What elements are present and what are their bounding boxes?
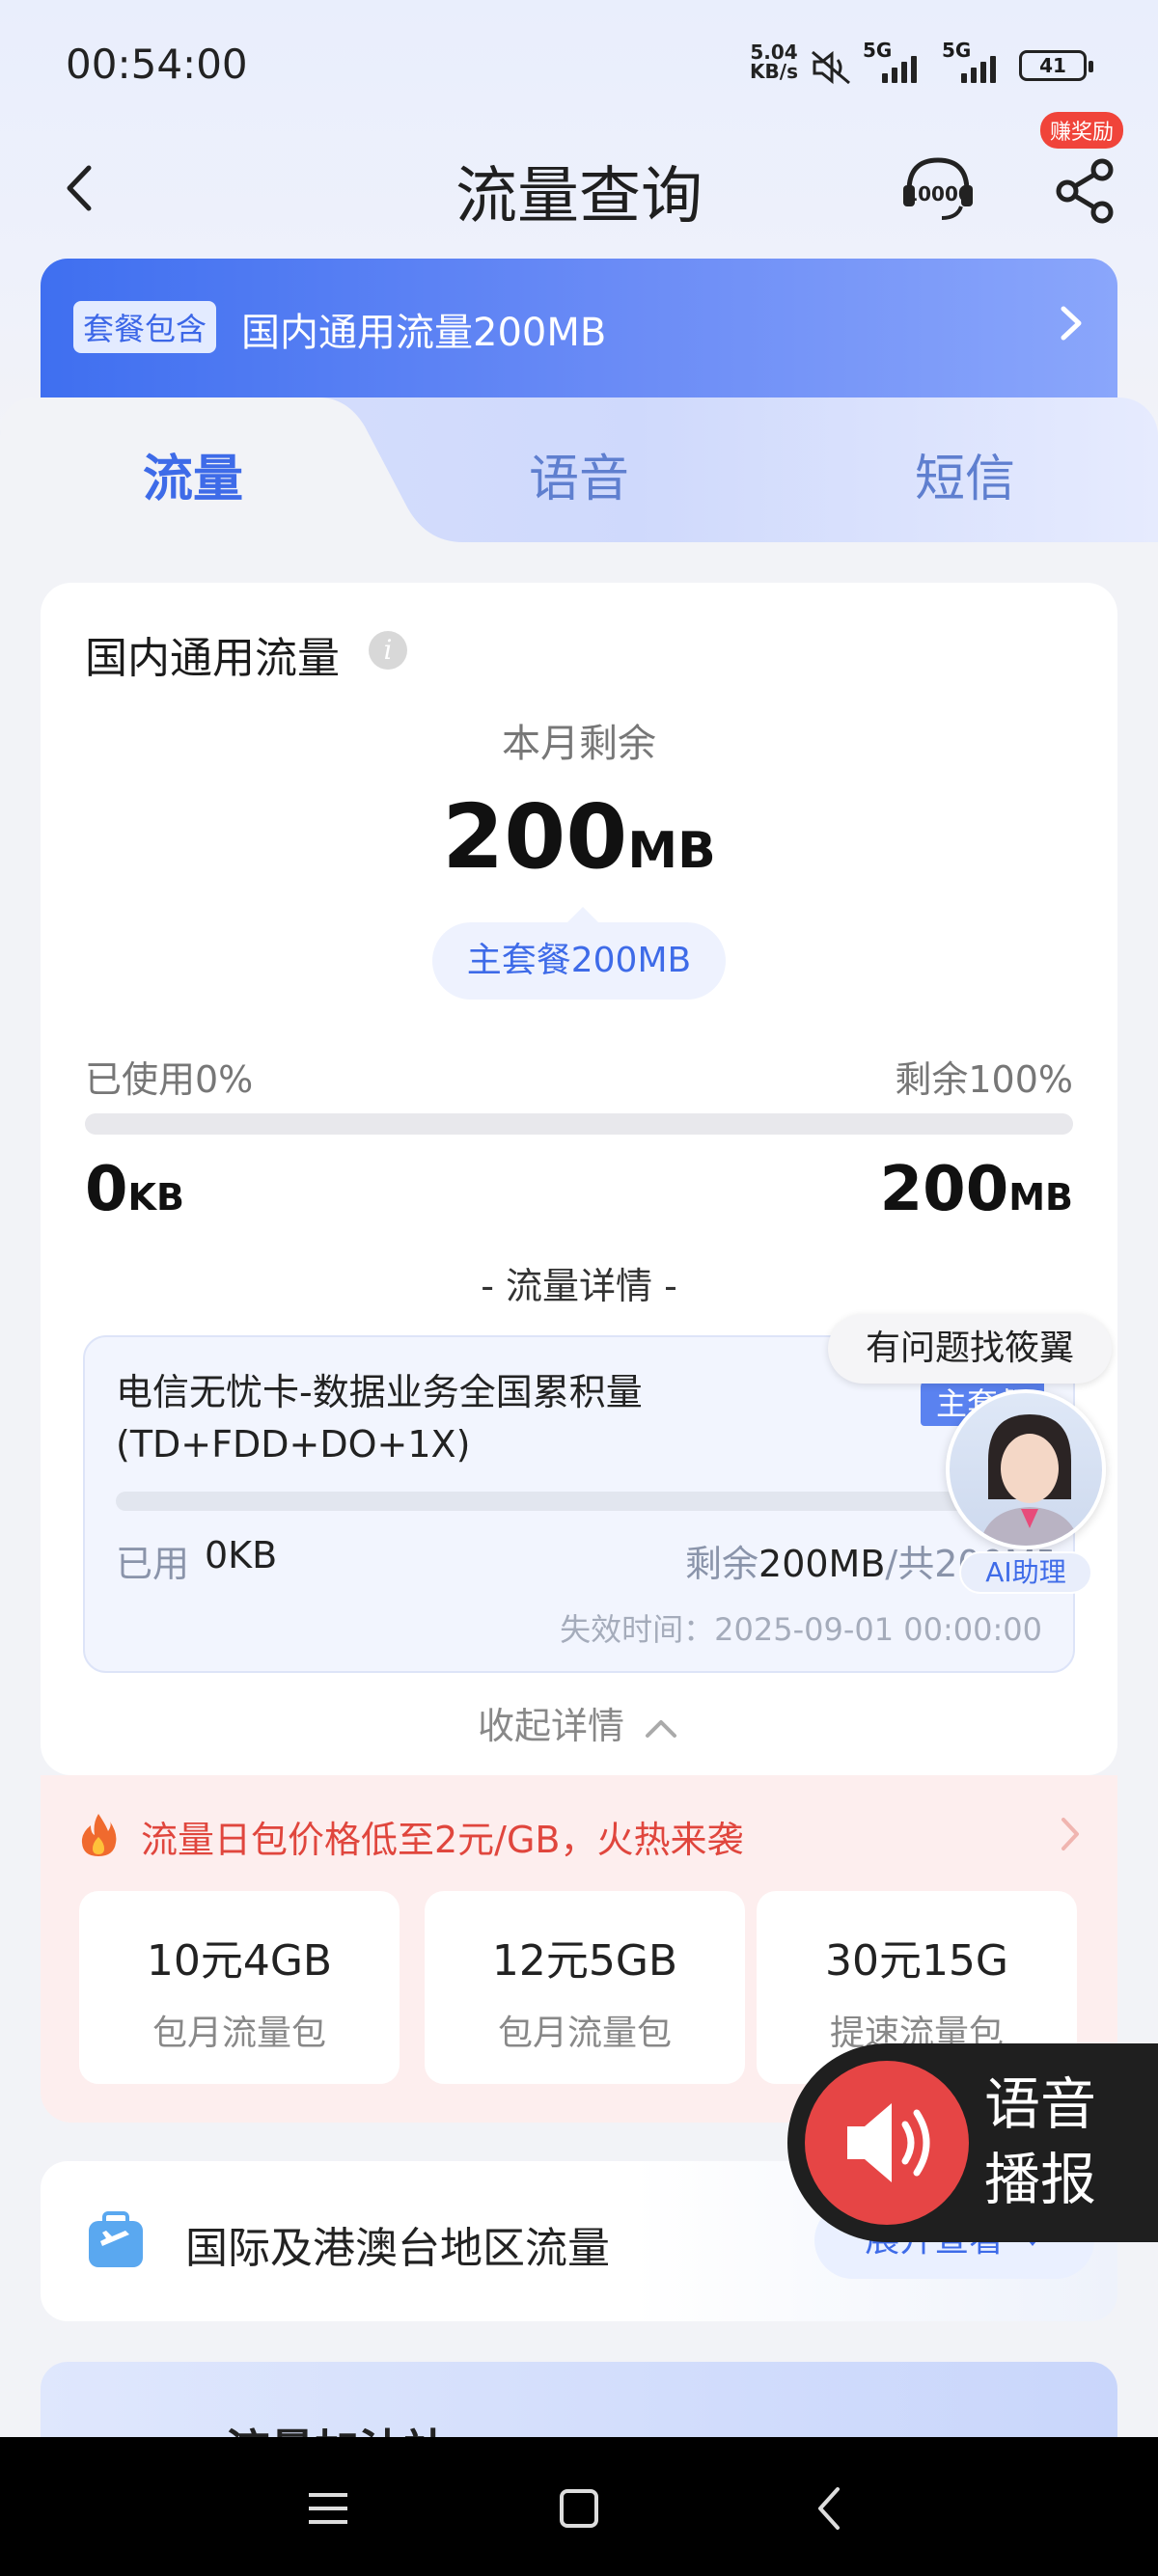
share-button[interactable] — [1048, 152, 1125, 230]
menu-icon[interactable] — [299, 2480, 357, 2537]
used-unit: KB — [127, 1176, 184, 1219]
speaker-icon — [847, 2103, 930, 2182]
plan-text: 国内通用流量200MB — [241, 311, 607, 355]
promo-item[interactable]: 12元5GB 包月流量包 — [425, 1891, 745, 2084]
promo-headline[interactable]: 流量日包价格低至2元/GB，火热来袭 — [141, 1810, 744, 1863]
detail-expire: 失效时间：2025-09-01 00:00:00 — [560, 1611, 1042, 1648]
tab-bar: 流量 语音 短信 — [0, 397, 1158, 542]
promo-item-title: 30元15G — [824, 1936, 1009, 1986]
tab-flow[interactable]: 流量 — [143, 438, 243, 510]
fire-icon — [81, 1814, 117, 1856]
remain-percent: 剩余100% — [895, 1058, 1073, 1101]
ai-assistant-button[interactable]: AI助理 — [946, 1389, 1106, 1594]
assistant-avatar — [946, 1389, 1106, 1549]
used-number: 0 — [85, 1154, 128, 1225]
assistant-portrait-icon — [979, 1414, 1080, 1546]
detail-progress-bar — [116, 1492, 1046, 1511]
promo-item-title: 10元4GB — [146, 1936, 333, 1986]
reward-badge[interactable]: 赚奖励 — [1040, 112, 1124, 149]
customer-service-button[interactable]: 10000 — [899, 149, 977, 226]
voice-label-line2: 播报 — [984, 2147, 1097, 2212]
total-number: 200 — [879, 1154, 1009, 1225]
total-unit: MB — [1008, 1176, 1073, 1219]
promo-item-subtitle: 包月流量包 — [152, 2014, 326, 2053]
plan-banner[interactable]: 套餐包含 国内通用流量200MB — [41, 259, 1117, 413]
package-pill: 主套餐200MB — [432, 907, 726, 1000]
usage-progress-bar — [85, 1113, 1073, 1135]
chevron-up-icon — [646, 1719, 677, 1738]
battery-icon: 41 — [1019, 50, 1093, 81]
detail-remain-label: 剩余 — [685, 1543, 759, 1585]
chevron-right-icon — [1061, 306, 1082, 341]
status-bar: 00:54:00 5.04 KB/s 5G 5G 41 — [0, 0, 1158, 125]
svg-text:10000: 10000 — [904, 182, 972, 206]
battery-level: 41 — [1039, 54, 1066, 77]
voice-broadcast-button[interactable]: 语音 播报 — [787, 2043, 1158, 2242]
voice-label-line1: 语音 — [984, 2071, 1097, 2137]
back-icon[interactable] — [801, 2480, 859, 2537]
status-time: 00:54:00 — [66, 41, 248, 88]
plan-tag: 套餐包含 — [73, 301, 217, 353]
airplane-luggage-icon — [89, 2211, 143, 2267]
detail-remain-value: 200MB — [758, 1543, 886, 1585]
chevron-right-icon[interactable] — [1056, 1812, 1085, 1856]
tab-sms[interactable]: 短信 — [915, 438, 1015, 510]
voice-broadcast-label: 语音 播报 — [984, 2067, 1096, 2217]
remain-value: 200MB — [41, 785, 1117, 889]
detail-used-label: 已用 — [116, 1543, 190, 1585]
collapse-label: 收起详情 — [477, 1705, 624, 1747]
tab-voice[interactable]: 语音 — [529, 438, 629, 510]
voice-circle — [805, 2061, 969, 2225]
used-amount: 0KB — [85, 1154, 184, 1225]
net-speed-value: 5.04 — [750, 41, 798, 64]
help-bubble[interactable]: 有问题找筱翼 — [828, 1314, 1112, 1384]
domestic-flow-card: 国内通用流量 i 本月剩余 200MB 主套餐200MB 已使用0% 剩余100… — [41, 583, 1117, 1775]
detail-item-name: 电信无忧卡-数据业务全国累积量(TD+FDD+DO+1X) — [116, 1371, 643, 1466]
mute-icon — [809, 48, 853, 91]
10000-service-icon: 10000 — [903, 157, 973, 220]
card-title: 国内通用流量 — [85, 634, 340, 683]
detail-item: 电信无忧卡-数据业务全国累积量(TD+FDD+DO+1X) 主套餐 已用 0KB… — [83, 1335, 1075, 1673]
share-icon — [1056, 158, 1114, 224]
net-speed-unit: KB/s — [750, 60, 798, 83]
info-icon[interactable]: i — [369, 631, 407, 670]
remain-number: 200 — [442, 785, 628, 889]
home-icon[interactable] — [550, 2480, 608, 2537]
international-title: 国际及港澳台地区流量 — [185, 2224, 610, 2273]
remain-label: 本月剩余 — [502, 722, 656, 766]
promo-item-subtitle: 包月流量包 — [497, 2014, 672, 2053]
detail-used-value: 0KB — [205, 1534, 278, 1576]
detail-heading: - 流量详情 - — [481, 1265, 677, 1307]
promo-item-title: 12元5GB — [491, 1936, 678, 1986]
total-amount: 200MB — [880, 1154, 1073, 1225]
ai-assistant-label: AI助理 — [959, 1551, 1092, 1594]
header: 流量查询 10000 赚奖励 — [0, 112, 1158, 246]
net-speed: 5.04 KB/s — [745, 42, 803, 81]
collapse-details-button[interactable]: 收起详情 — [41, 1696, 1117, 1749]
system-navigation-bar — [0, 2437, 1158, 2576]
used-percent: 已使用0% — [85, 1058, 254, 1101]
remain-unit: MB — [627, 822, 716, 880]
page-title: 流量查询 — [455, 161, 703, 233]
promo-item[interactable]: 10元4GB 包月流量包 — [79, 1891, 400, 2084]
